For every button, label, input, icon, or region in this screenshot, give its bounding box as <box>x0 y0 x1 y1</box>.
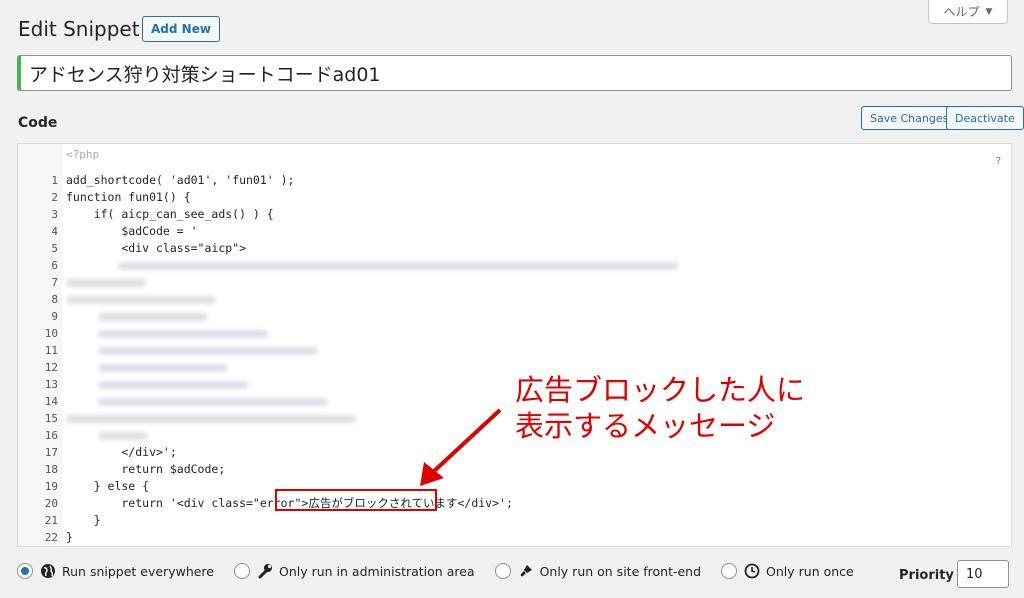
option-admin[interactable]: Only run in administration area <box>234 563 475 579</box>
priority-label: Priority <box>899 568 954 583</box>
line-number: 4 <box>51 225 58 238</box>
code-line: 20 return '<div class="error">広告がブロックされて… <box>18 495 1011 512</box>
code-text: <div class="aicp"> <box>66 241 247 255</box>
code-text: return $adCode; <box>66 462 226 476</box>
line-number: 5 <box>51 242 58 255</box>
redacted-code <box>98 330 268 338</box>
run-options: Run snippet everywhere Only run in admin… <box>17 563 874 579</box>
code-line: 22} <box>18 529 1011 546</box>
line-number: 16 <box>44 429 58 442</box>
line-number: 15 <box>44 412 58 425</box>
php-open-tag: <?php <box>66 148 100 161</box>
line-number: 14 <box>44 395 58 408</box>
line-number: 10 <box>44 327 58 340</box>
redacted-code <box>66 296 216 304</box>
radio-admin[interactable] <box>234 563 250 579</box>
radio-once[interactable] <box>721 563 738 579</box>
snippet-name-input[interactable]: アドセンス狩り対策ショートコードad01 <box>17 55 1012 91</box>
redacted-code <box>98 381 248 389</box>
code-line: 18 return $adCode; <box>18 461 1011 478</box>
code-line: 8 <box>18 291 1011 308</box>
redacted-code <box>98 347 318 355</box>
line-number: 21 <box>44 514 58 527</box>
caret-down-icon: ▼ <box>985 6 993 17</box>
help-tab[interactable]: ヘルプ ▼ <box>928 0 1008 24</box>
redacted-code <box>98 398 328 406</box>
paintbrush-icon <box>518 563 534 579</box>
line-number: 7 <box>51 276 58 289</box>
code-line: 1 add_shortcode( 'ad01', 'fun01' ); <box>18 172 1011 189</box>
code-text: function fun01() { <box>66 190 191 204</box>
line-number: 11 <box>44 344 58 357</box>
code-heading: Code <box>18 115 58 131</box>
code-text: $adCode = ' <box>66 224 198 238</box>
clock-icon <box>744 563 760 579</box>
line-number: 12 <box>44 361 58 374</box>
line-number: 1 <box>51 174 58 187</box>
line-number: 18 <box>44 463 58 476</box>
option-frontend[interactable]: Only run on site front-end <box>494 563 702 579</box>
code-line: 10 <box>18 325 1011 342</box>
code-editor[interactable]: <?php ? 1 add_shortcode( 'ad01', 'fun01' … <box>17 143 1012 547</box>
radio-everywhere[interactable] <box>17 563 33 579</box>
option-label: Only run in administration area <box>279 563 475 579</box>
code-line: 2 function fun01() { <box>18 189 1011 206</box>
option-everywhere[interactable]: Run snippet everywhere <box>17 563 214 579</box>
radio-frontend[interactable] <box>494 563 511 579</box>
globe-icon <box>40 563 56 579</box>
deactivate-button[interactable]: Deactivate <box>946 106 1024 130</box>
redacted-code <box>66 279 146 287</box>
save-changes-button[interactable]: Save Changes <box>861 106 958 130</box>
code-line: 21 } <box>18 512 1011 529</box>
line-number: 17 <box>44 446 58 459</box>
option-label: Run snippet everywhere <box>62 563 214 579</box>
code-text: add_shortcode( 'ad01', 'fun01' ); <box>66 173 295 187</box>
code-line: 7 <box>18 274 1011 291</box>
code-line: 5 <div class="aicp"> <box>18 240 1011 257</box>
redacted-code <box>98 313 208 321</box>
redacted-code <box>118 262 678 270</box>
page-title: Edit Snippet <box>18 17 140 41</box>
priority-input[interactable]: 10 <box>957 560 1009 588</box>
option-once[interactable]: Only run once <box>721 563 854 579</box>
line-number: 19 <box>44 480 58 493</box>
help-label: ヘルプ <box>943 5 980 19</box>
code-text: } else { <box>66 479 150 493</box>
line-number: 20 <box>44 497 58 510</box>
code-line: 9 <box>18 308 1011 325</box>
redacted-code <box>66 415 356 423</box>
code-text: } <box>66 530 73 544</box>
code-line: 3 if( aicp_can_see_ads() ) { <box>18 206 1011 223</box>
code-line: 11 <box>18 342 1011 359</box>
line-number: 6 <box>51 259 58 272</box>
code-text: } <box>66 513 101 527</box>
code-line: 17 </div>'; <box>18 444 1011 461</box>
code-line: 4 $adCode = ' <box>18 223 1011 240</box>
annotation-line-1: 広告ブロックした人に <box>515 373 806 407</box>
option-label: Only run once <box>766 563 854 579</box>
annotation-line-2: 表示するメッセージ <box>515 409 776 443</box>
line-number: 9 <box>51 310 58 323</box>
redacted-code <box>98 364 228 372</box>
annotation-text: 広告ブロックした人に 表示するメッセージ <box>515 372 805 444</box>
code-text: </div>'; <box>66 445 177 459</box>
line-number: 2 <box>51 191 58 204</box>
wrench-icon <box>257 563 273 579</box>
option-label: Only run on site front-end <box>539 563 702 579</box>
redacted-code <box>98 432 148 440</box>
line-number: 22 <box>44 531 58 544</box>
editor-help-icon[interactable]: ? <box>996 156 1001 167</box>
line-number: 8 <box>51 293 58 306</box>
highlight-box <box>275 489 437 511</box>
code-line: 6 <box>18 257 1011 274</box>
code-text: if( aicp_can_see_ads() ) { <box>66 207 274 221</box>
line-number: 13 <box>44 378 58 391</box>
line-number: 3 <box>51 208 58 221</box>
code-line: 19 } else { <box>18 478 1011 495</box>
add-new-button[interactable]: Add New <box>142 16 220 42</box>
